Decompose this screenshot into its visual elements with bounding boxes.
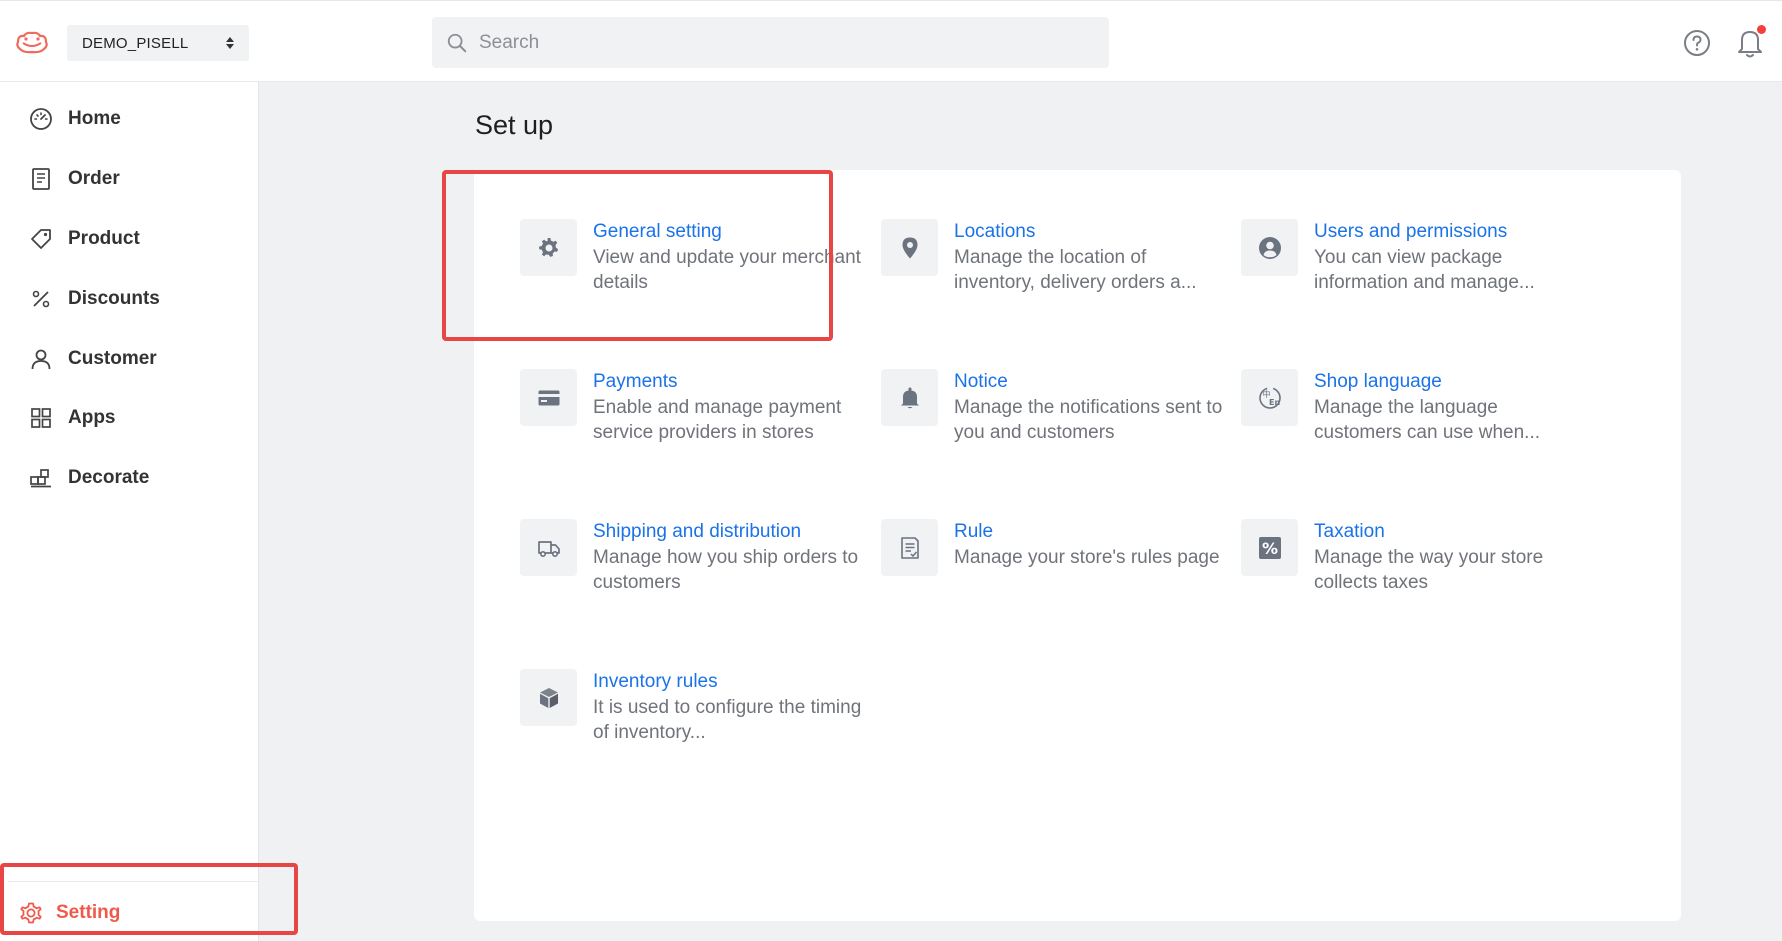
card-description: It is used to configure the timing of in… [593, 697, 862, 743]
card-icon-tile: 中 En [1241, 369, 1298, 426]
card-icon-tile [520, 519, 577, 576]
help-button[interactable] [1683, 29, 1711, 57]
card-title[interactable]: Notice [954, 370, 1224, 394]
card-description: Manage the way your store collects taxes [1314, 547, 1544, 593]
sidebar: Home Order Product Discounts Customer Ap… [0, 82, 259, 941]
credit-card-icon [538, 390, 559, 405]
tag-icon [28, 226, 54, 252]
percent-icon [28, 286, 54, 312]
card-title[interactable]: Rule [954, 520, 1224, 544]
card-inventory-rules[interactable]: Inventory rules It is used to configure … [520, 669, 861, 759]
store-selector[interactable]: DEMO_PISELL [67, 25, 249, 61]
language-icon: 中 En [1258, 386, 1281, 409]
card-shipping-and-distribution[interactable]: Shipping and distribution Manage how you… [520, 519, 858, 609]
user-circle-icon [1258, 236, 1281, 259]
sidebar-item-label: Apps [68, 407, 116, 428]
receipt-icon [28, 166, 54, 192]
card-locations[interactable]: Locations Manage the location of invento… [881, 219, 1216, 309]
sidebar-item-label: Order [68, 168, 120, 189]
setup-panel: General setting View and update your mer… [474, 170, 1681, 921]
sidebar-divider [8, 881, 259, 882]
card-description: Enable and manage payment service provid… [593, 397, 842, 443]
sidebar-item-label: Customer [68, 348, 157, 369]
card-title[interactable]: Shipping and distribution [593, 520, 863, 544]
card-shop-language[interactable]: 中 En Shop language Manage the language c… [1241, 369, 1576, 459]
card-title[interactable]: Locations [954, 220, 1224, 244]
card-users-and-permissions[interactable]: Users and permissions You can view packa… [1241, 219, 1576, 309]
grid-icon [28, 405, 54, 431]
search-bar[interactable] [432, 17, 1109, 68]
gear-icon [538, 237, 558, 257]
search-input[interactable] [479, 31, 1079, 54]
sidebar-item-label: Product [68, 228, 140, 249]
card-notice[interactable]: Notice Manage the notifications sent to … [881, 369, 1222, 459]
blocks-icon [28, 465, 54, 491]
card-icon-tile: % [1241, 519, 1298, 576]
card-description: Manage your store's rules page [954, 547, 1220, 568]
sidebar-item-label: Discounts [68, 288, 160, 309]
sidebar-item-label: Decorate [68, 467, 150, 488]
dashboard-gauge-icon [28, 106, 54, 132]
card-taxation[interactable]: % Taxation Manage the way your store col… [1241, 519, 1576, 609]
card-icon-tile [881, 219, 938, 276]
bell-icon [900, 387, 919, 408]
brand-logo-icon [16, 31, 48, 54]
top-bar: DEMO_PISELL [0, 0, 1782, 82]
page-title: Set up [475, 110, 554, 140]
card-icon-tile [520, 669, 577, 726]
svg-text:%: % [1261, 539, 1277, 558]
card-description: Manage the notifications sent to you and… [954, 397, 1223, 443]
card-title[interactable]: Inventory rules [593, 670, 863, 694]
percent-icon: % [1258, 536, 1281, 559]
sidebar-item-decorate[interactable]: Decorate [28, 463, 149, 493]
search-icon [447, 33, 467, 52]
gear-icon [18, 900, 44, 926]
sidebar-setting-label: Setting [56, 902, 121, 923]
map-pin-icon [902, 237, 917, 258]
card-description: Manage how you ship orders to customers [593, 547, 859, 593]
sidebar-item-setting[interactable]: Setting [18, 898, 120, 928]
question-circle-icon [1684, 30, 1710, 56]
sidebar-item-customer[interactable]: Customer [28, 344, 157, 374]
user-icon [28, 346, 54, 372]
card-title[interactable]: Payments [593, 370, 863, 394]
card-description: View and update your merchant details [593, 247, 861, 293]
sidebar-item-label: Home [68, 108, 121, 129]
brand-logo[interactable] [14, 30, 50, 56]
card-icon-tile [520, 369, 577, 426]
card-description: You can view package information and man… [1314, 247, 1535, 293]
card-description: Manage the location of inventory, delive… [954, 247, 1197, 293]
card-title[interactable]: General setting [593, 220, 863, 244]
box-icon [539, 687, 558, 708]
sidebar-item-order[interactable]: Order [28, 164, 120, 194]
card-title[interactable]: Taxation [1314, 520, 1584, 544]
card-description: Manage the language customers can use wh… [1314, 397, 1540, 443]
card-icon-tile [520, 219, 577, 276]
document-icon [900, 536, 919, 559]
card-icon-tile [1241, 219, 1298, 276]
card-title[interactable]: Shop language [1314, 370, 1584, 394]
store-name: DEMO_PISELL [82, 34, 189, 52]
sidebar-item-apps[interactable]: Apps [28, 403, 116, 433]
card-icon-tile [881, 519, 938, 576]
notification-badge [1757, 25, 1766, 34]
card-icon-tile [881, 369, 938, 426]
truck-icon [537, 540, 560, 557]
sidebar-item-home[interactable]: Home [28, 104, 121, 134]
card-payments[interactable]: Payments Enable and manage payment servi… [520, 369, 855, 459]
card-general-setting[interactable]: General setting View and update your mer… [520, 219, 861, 309]
card-title[interactable]: Users and permissions [1314, 220, 1584, 244]
sidebar-item-product[interactable]: Product [28, 224, 140, 254]
sort-arrows-icon [226, 37, 234, 49]
card-rule[interactable]: Rule Manage your store's rules page [881, 519, 1220, 609]
svg-text:En: En [1269, 398, 1280, 407]
sidebar-item-discounts[interactable]: Discounts [28, 284, 160, 314]
